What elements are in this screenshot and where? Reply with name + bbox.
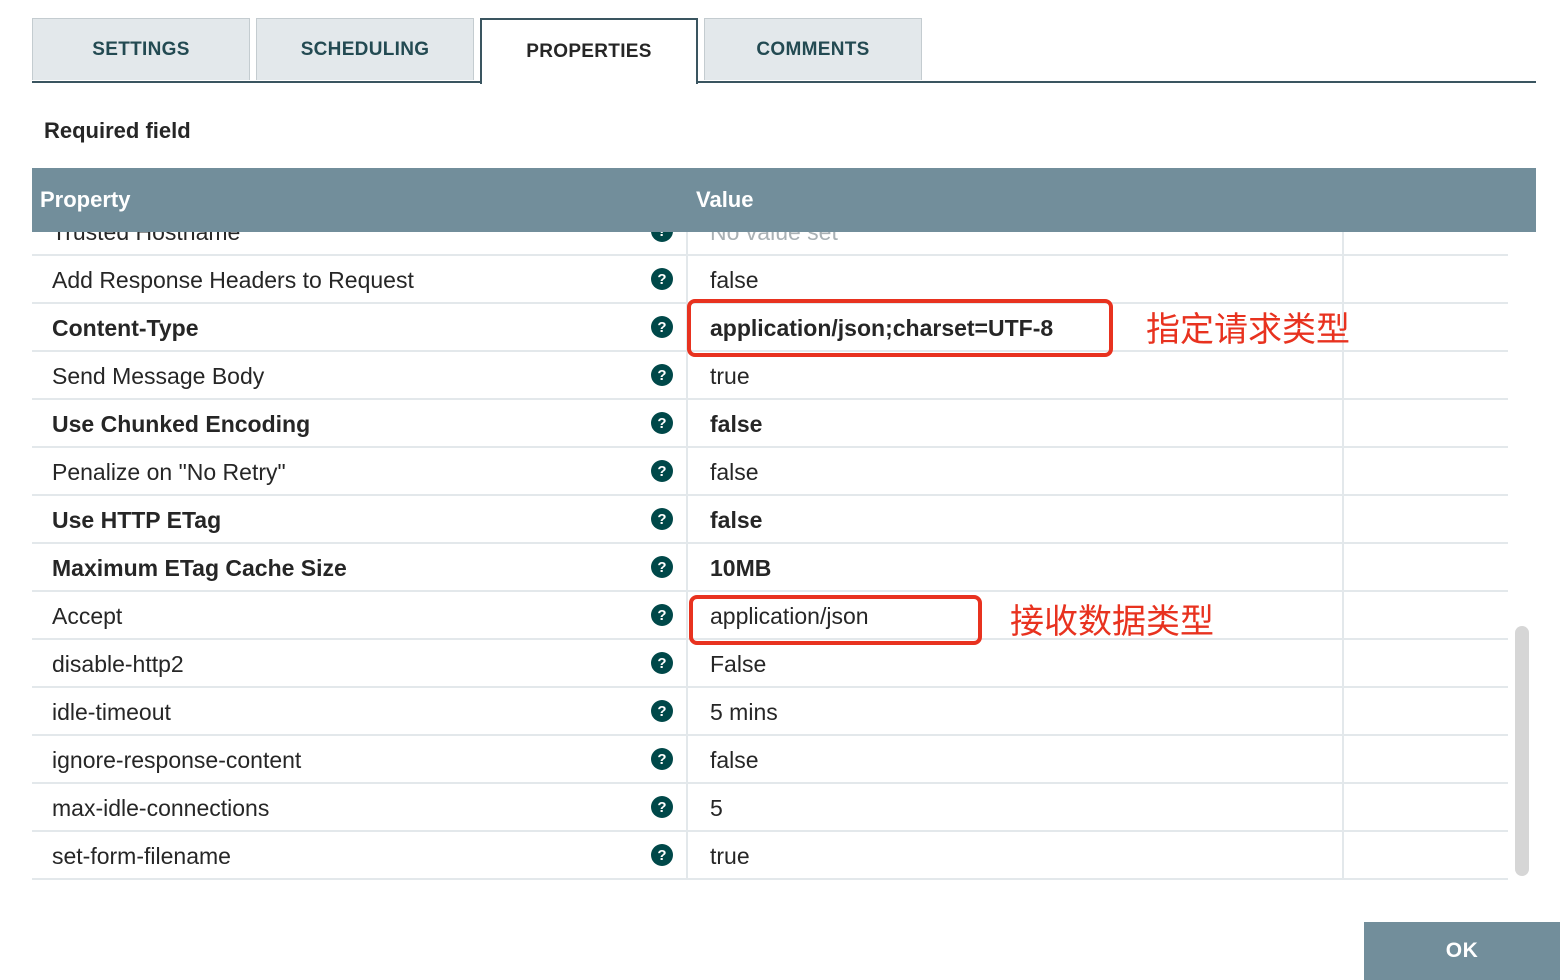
help-icon[interactable]: ? (651, 232, 673, 242)
property-name: ignore-response-content (52, 747, 302, 773)
tab-comments[interactable]: COMMENTS (704, 18, 922, 80)
property-name: idle-timeout (52, 699, 171, 725)
column-header-value[interactable]: Value (696, 187, 753, 213)
help-icon[interactable]: ? (651, 508, 673, 530)
property-name: Use HTTP ETag (52, 507, 222, 533)
ok-button[interactable]: OK (1364, 922, 1560, 980)
property-value[interactable]: false (710, 507, 762, 534)
annotation-text-accept: 接收数据类型 (1010, 603, 1214, 641)
property-cell: Maximum ETag Cache Size? (32, 544, 688, 590)
property-cell: Trusted Hostname? (32, 232, 688, 254)
property-cell: Penalize on "No Retry"? (32, 448, 688, 494)
property-cell: Use HTTP ETag? (32, 496, 688, 542)
value-cell[interactable]: true (690, 832, 1344, 878)
table-row[interactable]: Trusted Hostname? No value set (32, 232, 1508, 256)
property-name: disable-http2 (52, 651, 184, 677)
property-cell: disable-http2? (32, 640, 688, 686)
table-row[interactable]: Use Chunked Encoding? false (32, 400, 1508, 448)
property-cell: Content-Type? (32, 304, 688, 350)
property-name: Accept (52, 603, 123, 629)
property-cell: max-idle-connections? (32, 784, 688, 830)
table-header: Property Value (32, 168, 1536, 232)
help-icon[interactable]: ? (651, 412, 673, 434)
property-cell: ignore-response-content? (32, 736, 688, 782)
property-name: Send Message Body (52, 363, 265, 389)
property-value[interactable]: False (710, 651, 766, 678)
table-row[interactable]: max-idle-connections? 5 (32, 784, 1508, 832)
property-cell: set-form-filename? (32, 832, 688, 878)
annotation-text-content-type: 指定请求类型 (1146, 311, 1350, 349)
property-value[interactable]: false (710, 411, 762, 438)
value-cell[interactable]: true (690, 352, 1344, 398)
value-cell[interactable]: false (690, 736, 1344, 782)
help-icon[interactable]: ? (651, 748, 673, 770)
table-row[interactable]: idle-timeout? 5 mins (32, 688, 1508, 736)
property-name: Penalize on "No Retry" (52, 459, 286, 485)
property-name: set-form-filename (52, 843, 231, 869)
help-icon[interactable]: ? (651, 460, 673, 482)
table-row[interactable]: Add Response Headers to Request? false (32, 256, 1508, 304)
table-row[interactable]: Maximum ETag Cache Size? 10MB (32, 544, 1508, 592)
table-row[interactable]: Use HTTP ETag? false (32, 496, 1508, 544)
property-name: Use Chunked Encoding (52, 411, 311, 437)
value-cell[interactable]: No value set (690, 232, 1344, 254)
property-value[interactable]: 5 (710, 795, 723, 822)
help-icon[interactable]: ? (651, 796, 673, 818)
property-name: Add Response Headers to Request (52, 267, 414, 293)
property-name: max-idle-connections (52, 795, 270, 821)
required-field-label: Required field (44, 118, 191, 143)
property-cell: Accept? (32, 592, 688, 638)
property-name: Content-Type (52, 315, 199, 341)
help-icon[interactable]: ? (651, 604, 673, 626)
annotation-box-accept (689, 595, 982, 645)
table-row[interactable]: set-form-filename? true (32, 832, 1508, 880)
property-value[interactable]: 5 mins (710, 699, 778, 726)
property-cell: idle-timeout? (32, 688, 688, 734)
help-icon[interactable]: ? (651, 364, 673, 386)
tab-bar-underline (32, 81, 1536, 83)
value-cell[interactable]: false (690, 256, 1344, 302)
tab-bar: SETTINGS SCHEDULING PROPERTIES COMMENTS (32, 18, 1536, 84)
help-icon[interactable]: ? (651, 268, 673, 290)
property-cell: Add Response Headers to Request? (32, 256, 688, 302)
value-cell[interactable]: False (690, 640, 1344, 686)
help-icon[interactable]: ? (651, 556, 673, 578)
value-cell[interactable]: false (690, 496, 1344, 542)
help-icon[interactable]: ? (651, 316, 673, 338)
table-row[interactable]: disable-http2? False (32, 640, 1508, 688)
tab-properties[interactable]: PROPERTIES (480, 18, 698, 84)
value-cell[interactable]: 5 (690, 784, 1344, 830)
property-value[interactable]: false (710, 459, 759, 486)
tab-scheduling[interactable]: SCHEDULING (256, 18, 474, 80)
property-value[interactable]: No value set (710, 232, 838, 246)
value-cell[interactable]: false (690, 448, 1344, 494)
property-value[interactable]: false (710, 267, 759, 294)
property-name: Trusted Hostname (52, 232, 241, 245)
help-icon[interactable]: ? (651, 652, 673, 674)
help-icon[interactable]: ? (651, 844, 673, 866)
table-row[interactable]: Penalize on "No Retry"? false (32, 448, 1508, 496)
property-value[interactable]: true (710, 363, 750, 390)
property-name: Maximum ETag Cache Size (52, 555, 347, 581)
property-value[interactable]: false (710, 747, 759, 774)
table-row[interactable]: ignore-response-content? false (32, 736, 1508, 784)
value-cell[interactable]: 5 mins (690, 688, 1344, 734)
column-header-property[interactable]: Property (40, 187, 130, 213)
tab-settings[interactable]: SETTINGS (32, 18, 250, 80)
scrollbar-thumb[interactable] (1515, 626, 1529, 876)
property-value[interactable]: true (710, 843, 750, 870)
help-icon[interactable]: ? (651, 700, 673, 722)
property-value[interactable]: 10MB (710, 555, 771, 582)
property-cell: Use Chunked Encoding? (32, 400, 688, 446)
value-cell[interactable]: 10MB (690, 544, 1344, 590)
property-cell: Send Message Body? (32, 352, 688, 398)
table-row[interactable]: Send Message Body? true (32, 352, 1508, 400)
annotation-box-content-type (687, 299, 1113, 357)
value-cell[interactable]: false (690, 400, 1344, 446)
